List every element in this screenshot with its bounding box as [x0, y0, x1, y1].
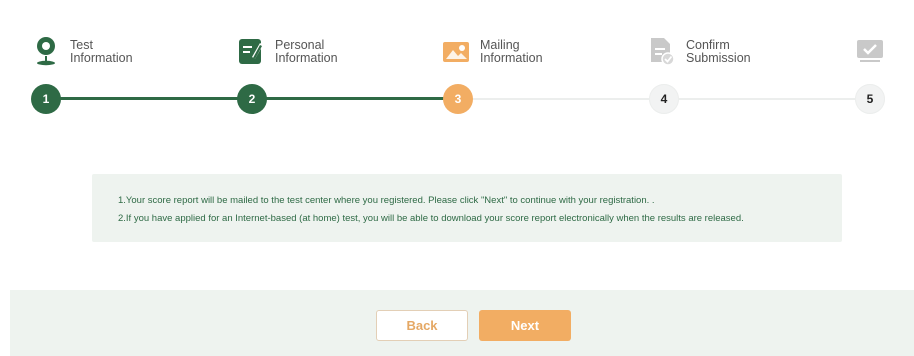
image-mail-icon	[442, 36, 470, 66]
connector-3-4	[458, 98, 664, 100]
connector-1-2	[46, 97, 252, 100]
step-4-header: Confirm Submission	[648, 36, 751, 66]
back-button[interactable]: Back	[376, 310, 468, 341]
step-3-label: Mailing Information	[480, 38, 543, 65]
action-footer: Back Next	[10, 290, 914, 356]
connector-4-5	[664, 98, 870, 100]
mailing-notice: 1.Your score report will be mailed to th…	[92, 174, 842, 242]
notice-line-1: 1.Your score report will be mailed to th…	[118, 195, 655, 206]
step-2-node[interactable]: 2	[237, 84, 267, 114]
monitor-check-icon	[856, 36, 884, 66]
document-check-icon	[648, 36, 676, 66]
connector-2-3	[252, 97, 458, 100]
step-5-node: 5	[855, 84, 885, 114]
step-4-label: Confirm Submission	[686, 38, 751, 65]
step-1-node[interactable]: 1	[31, 84, 61, 114]
progress-stepper: Test Information Personal Information Ma…	[0, 0, 914, 130]
step-1-header: Test Information	[32, 36, 133, 66]
notice-line-2: 2.If you have applied for an Internet-ba…	[118, 213, 744, 224]
step-1-label: Test Information	[70, 38, 133, 65]
location-pin-icon	[32, 36, 60, 66]
step-2-label: Personal Information	[275, 38, 338, 65]
step-3-node[interactable]: 3	[443, 84, 473, 114]
step-4-node: 4	[649, 84, 679, 114]
next-button[interactable]: Next	[479, 310, 571, 341]
step-5-header	[856, 36, 894, 66]
edit-document-icon	[237, 36, 265, 66]
step-3-header: Mailing Information	[442, 36, 543, 66]
step-2-header: Personal Information	[237, 36, 338, 66]
